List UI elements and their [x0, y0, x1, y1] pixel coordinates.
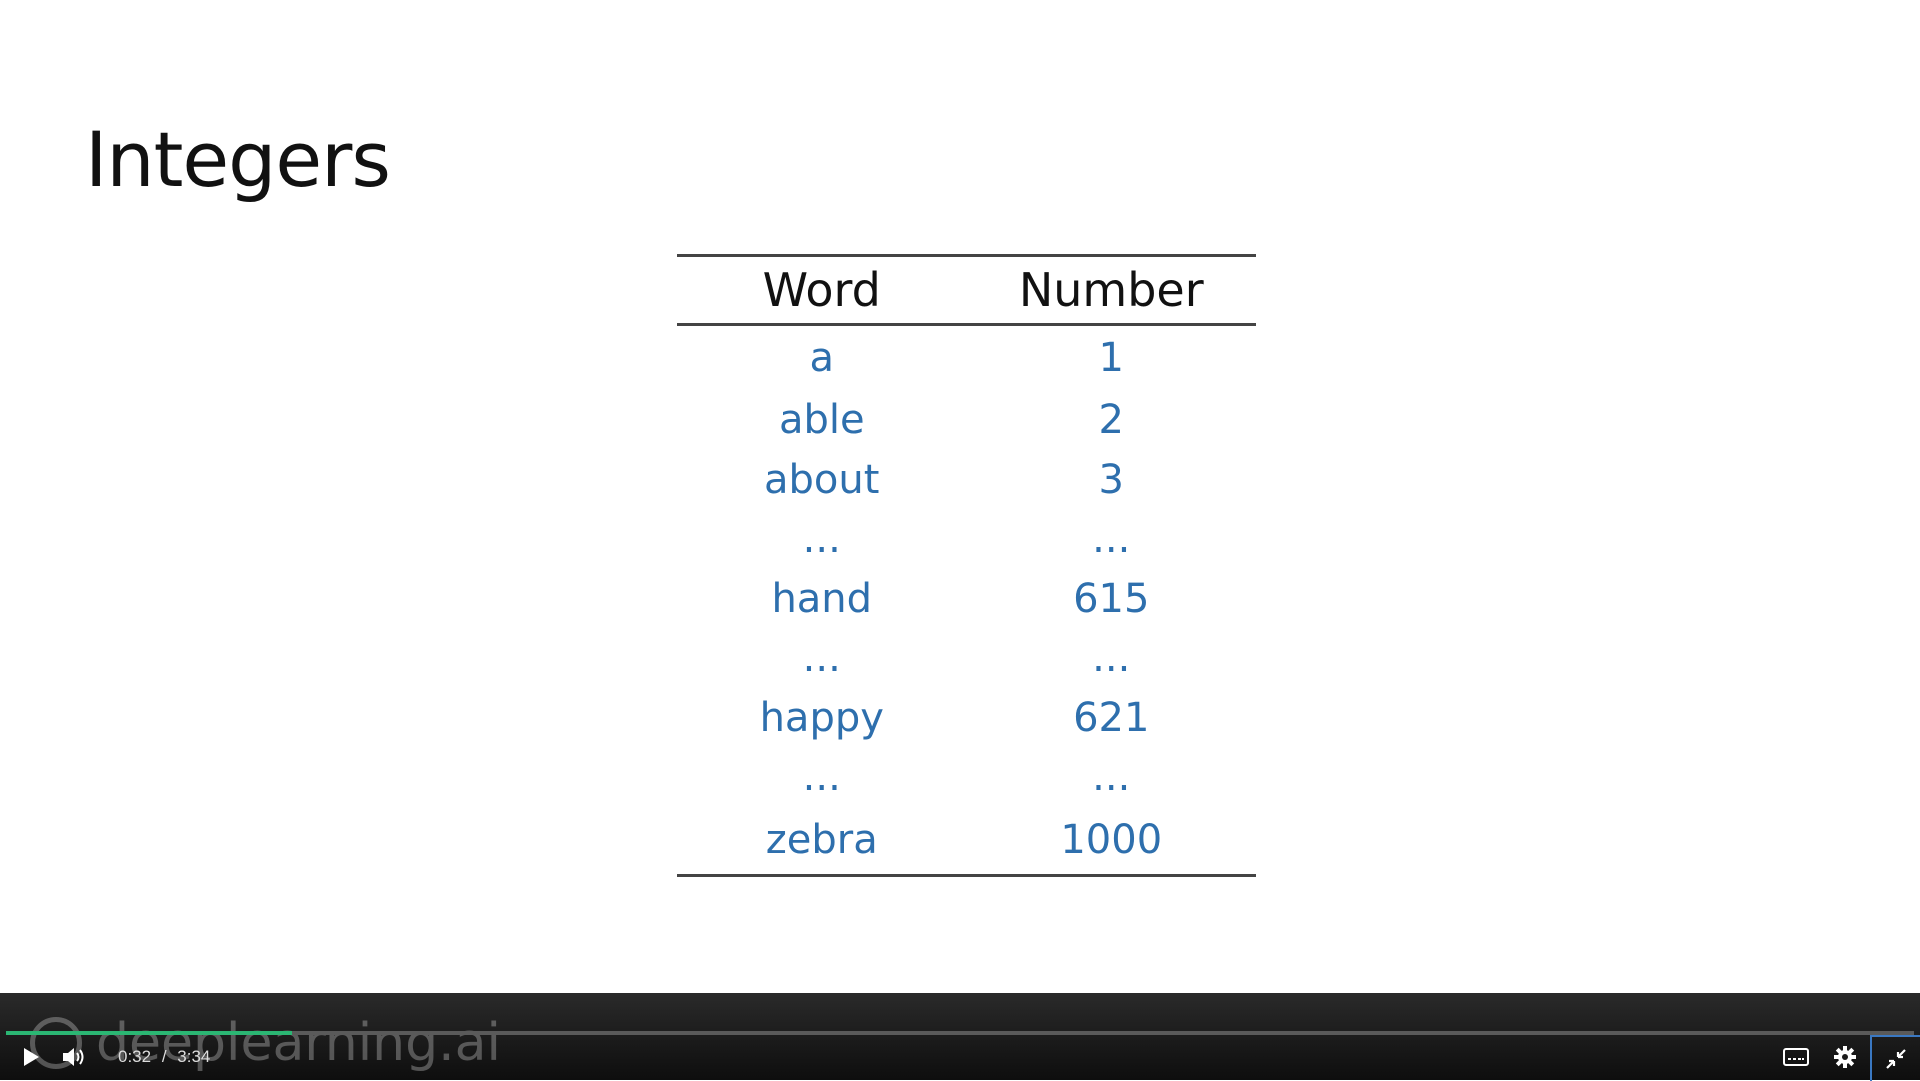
table-row: a 1: [677, 325, 1256, 391]
captions-icon: [1783, 1048, 1809, 1066]
table-row: zebra 1000: [677, 807, 1256, 877]
table-row: happy 621: [677, 688, 1256, 748]
current-time: 0:32: [118, 1047, 152, 1066]
number-cell: 1000: [966, 807, 1256, 877]
word-cell: a: [809, 335, 834, 382]
table-row: hand 615: [677, 569, 1256, 629]
settings-button[interactable]: [1830, 1043, 1860, 1071]
exit-fullscreen-icon: [1886, 1049, 1906, 1069]
play-icon: [24, 1048, 39, 1066]
word-cell: zebra: [677, 807, 967, 877]
slide-title: Integers: [85, 115, 391, 204]
number-cell: 2: [1098, 397, 1124, 444]
video-player-controls: deeplearning.ai 0:32 / 3:34: [0, 993, 1920, 1081]
word-cell: happy: [759, 694, 884, 741]
play-button[interactable]: [18, 1043, 44, 1071]
word-cell: ...: [802, 754, 841, 801]
word-cell: about: [764, 456, 880, 503]
table-row: ... ...: [677, 629, 1256, 689]
number-cell: 615: [1073, 575, 1150, 622]
number-cell: ...: [1092, 635, 1131, 682]
progress-bar[interactable]: [6, 1031, 1914, 1035]
video-frame[interactable]: Integers Word Number a 1 able 2 about 3 …: [0, 0, 1920, 993]
time-display: 0:32 / 3:34: [118, 1047, 210, 1067]
column-header-word: Word: [677, 254, 967, 326]
volume-button[interactable]: [60, 1043, 90, 1071]
duration: 3:34: [177, 1047, 211, 1066]
table-header-row: Word Number: [677, 254, 1256, 326]
volume-icon: [63, 1048, 84, 1066]
table-row: ... ...: [677, 748, 1256, 808]
word-cell: hand: [771, 575, 873, 622]
word-cell: able: [778, 397, 865, 444]
number-cell: 621: [1073, 694, 1150, 741]
column-header-number: Number: [966, 254, 1256, 326]
table-row: about 3: [677, 450, 1256, 510]
captions-button[interactable]: [1780, 1043, 1812, 1071]
progress-fill: [6, 1031, 293, 1035]
number-cell: 1: [1098, 335, 1124, 382]
time-separator: /: [161, 1047, 167, 1066]
exit-fullscreen-button[interactable]: [1870, 1035, 1920, 1081]
settings-icon: [1834, 1046, 1856, 1068]
word-cell: ...: [802, 635, 841, 682]
watermark: deeplearning.ai: [30, 1013, 501, 1073]
number-cell: 3: [1098, 456, 1124, 503]
number-cell: ...: [1092, 754, 1131, 801]
word-cell: ...: [802, 516, 841, 563]
number-cell: ...: [1092, 516, 1131, 563]
table-row: ... ...: [677, 510, 1256, 570]
word-number-table: Word Number a 1 able 2 about 3 ... ... h: [677, 254, 1256, 877]
table-row: able 2: [677, 391, 1256, 451]
